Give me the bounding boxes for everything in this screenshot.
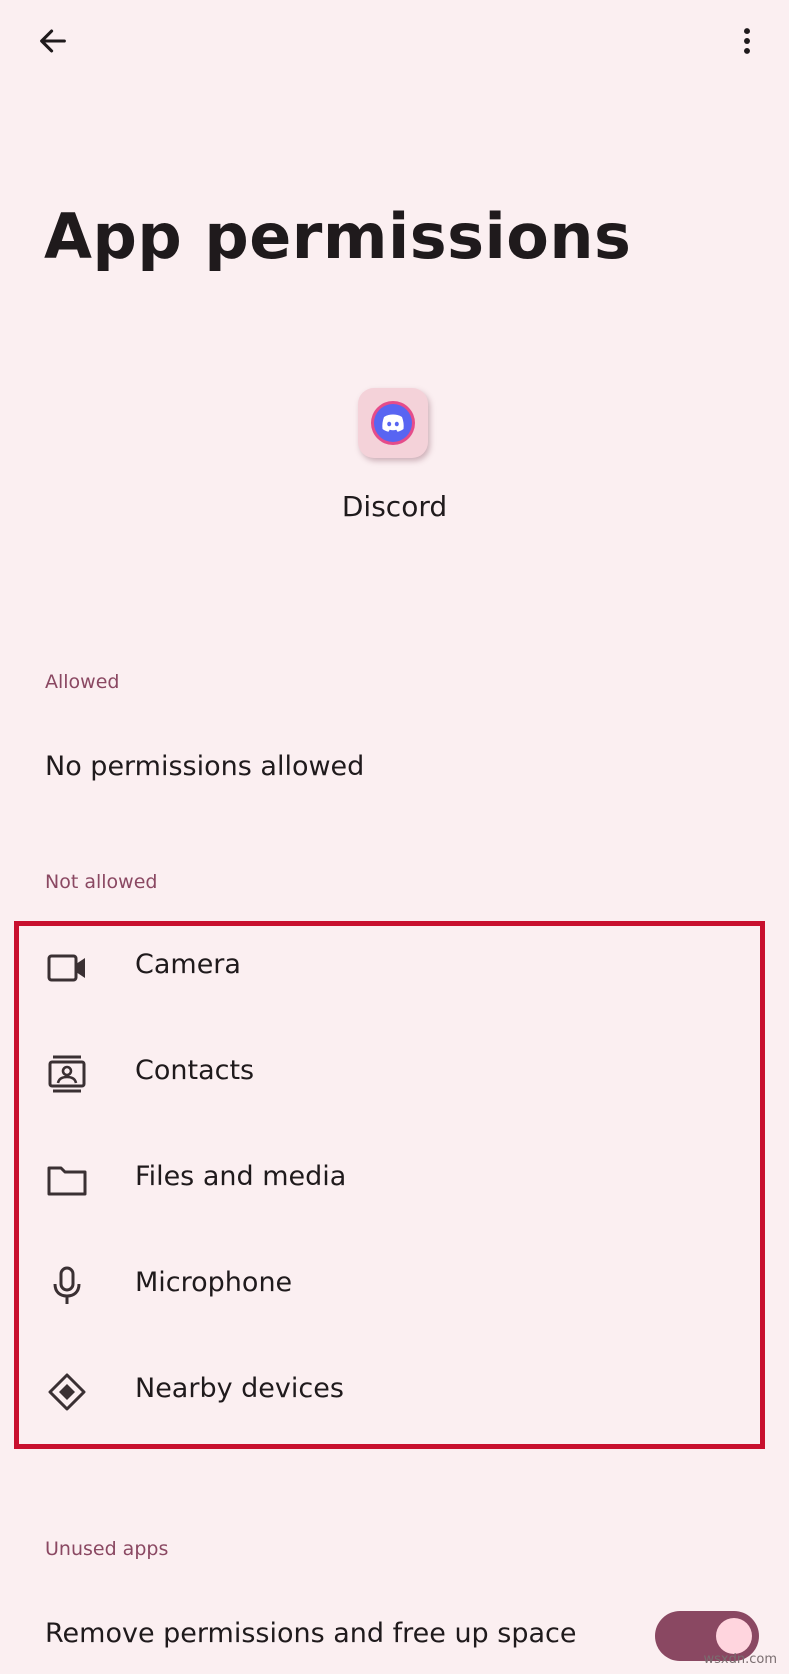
section-header-not-allowed: Not allowed [45, 871, 158, 893]
app-name: Discord [341, 490, 448, 523]
permission-row-files-and-media[interactable]: Files and media [20, 1130, 760, 1230]
contacts-icon [45, 1054, 89, 1094]
page-title: App permissions [44, 200, 632, 273]
remove-permissions-setting-label: Remove permissions and free up space [45, 1618, 577, 1649]
permission-row-nearby-devices[interactable]: Nearby devices [20, 1342, 760, 1442]
arrow-back-icon [36, 24, 70, 62]
section-header-unused-apps: Unused apps [45, 1538, 169, 1560]
app-permissions-screen: App permissions Discord Allowed No permi… [0, 0, 789, 1674]
permission-label-files-and-media: Files and media [135, 1161, 347, 1192]
permission-label-microphone: Microphone [135, 1267, 293, 1298]
permission-row-microphone[interactable]: Microphone [20, 1236, 760, 1336]
more-options-button[interactable] [724, 20, 770, 66]
top-app-bar [0, 0, 789, 90]
microphone-icon [45, 1266, 89, 1306]
discord-icon [358, 388, 428, 458]
section-header-allowed: Allowed [45, 671, 120, 693]
back-button[interactable] [30, 20, 76, 66]
no-permissions-allowed-text: No permissions allowed [45, 751, 365, 782]
watermark: wsxdn.com [703, 1652, 778, 1667]
permission-label-nearby-devices: Nearby devices [135, 1373, 344, 1404]
camera-icon [45, 948, 89, 988]
toggle-thumb [716, 1618, 752, 1654]
permission-row-contacts[interactable]: Contacts [20, 1024, 760, 1124]
folder-icon [45, 1160, 89, 1200]
more-vert-icon [730, 24, 764, 62]
nearby-devices-icon [45, 1372, 89, 1412]
permission-label-contacts: Contacts [135, 1055, 255, 1086]
permission-label-camera: Camera [135, 949, 241, 980]
permission-row-camera[interactable]: Camera [20, 918, 760, 1018]
